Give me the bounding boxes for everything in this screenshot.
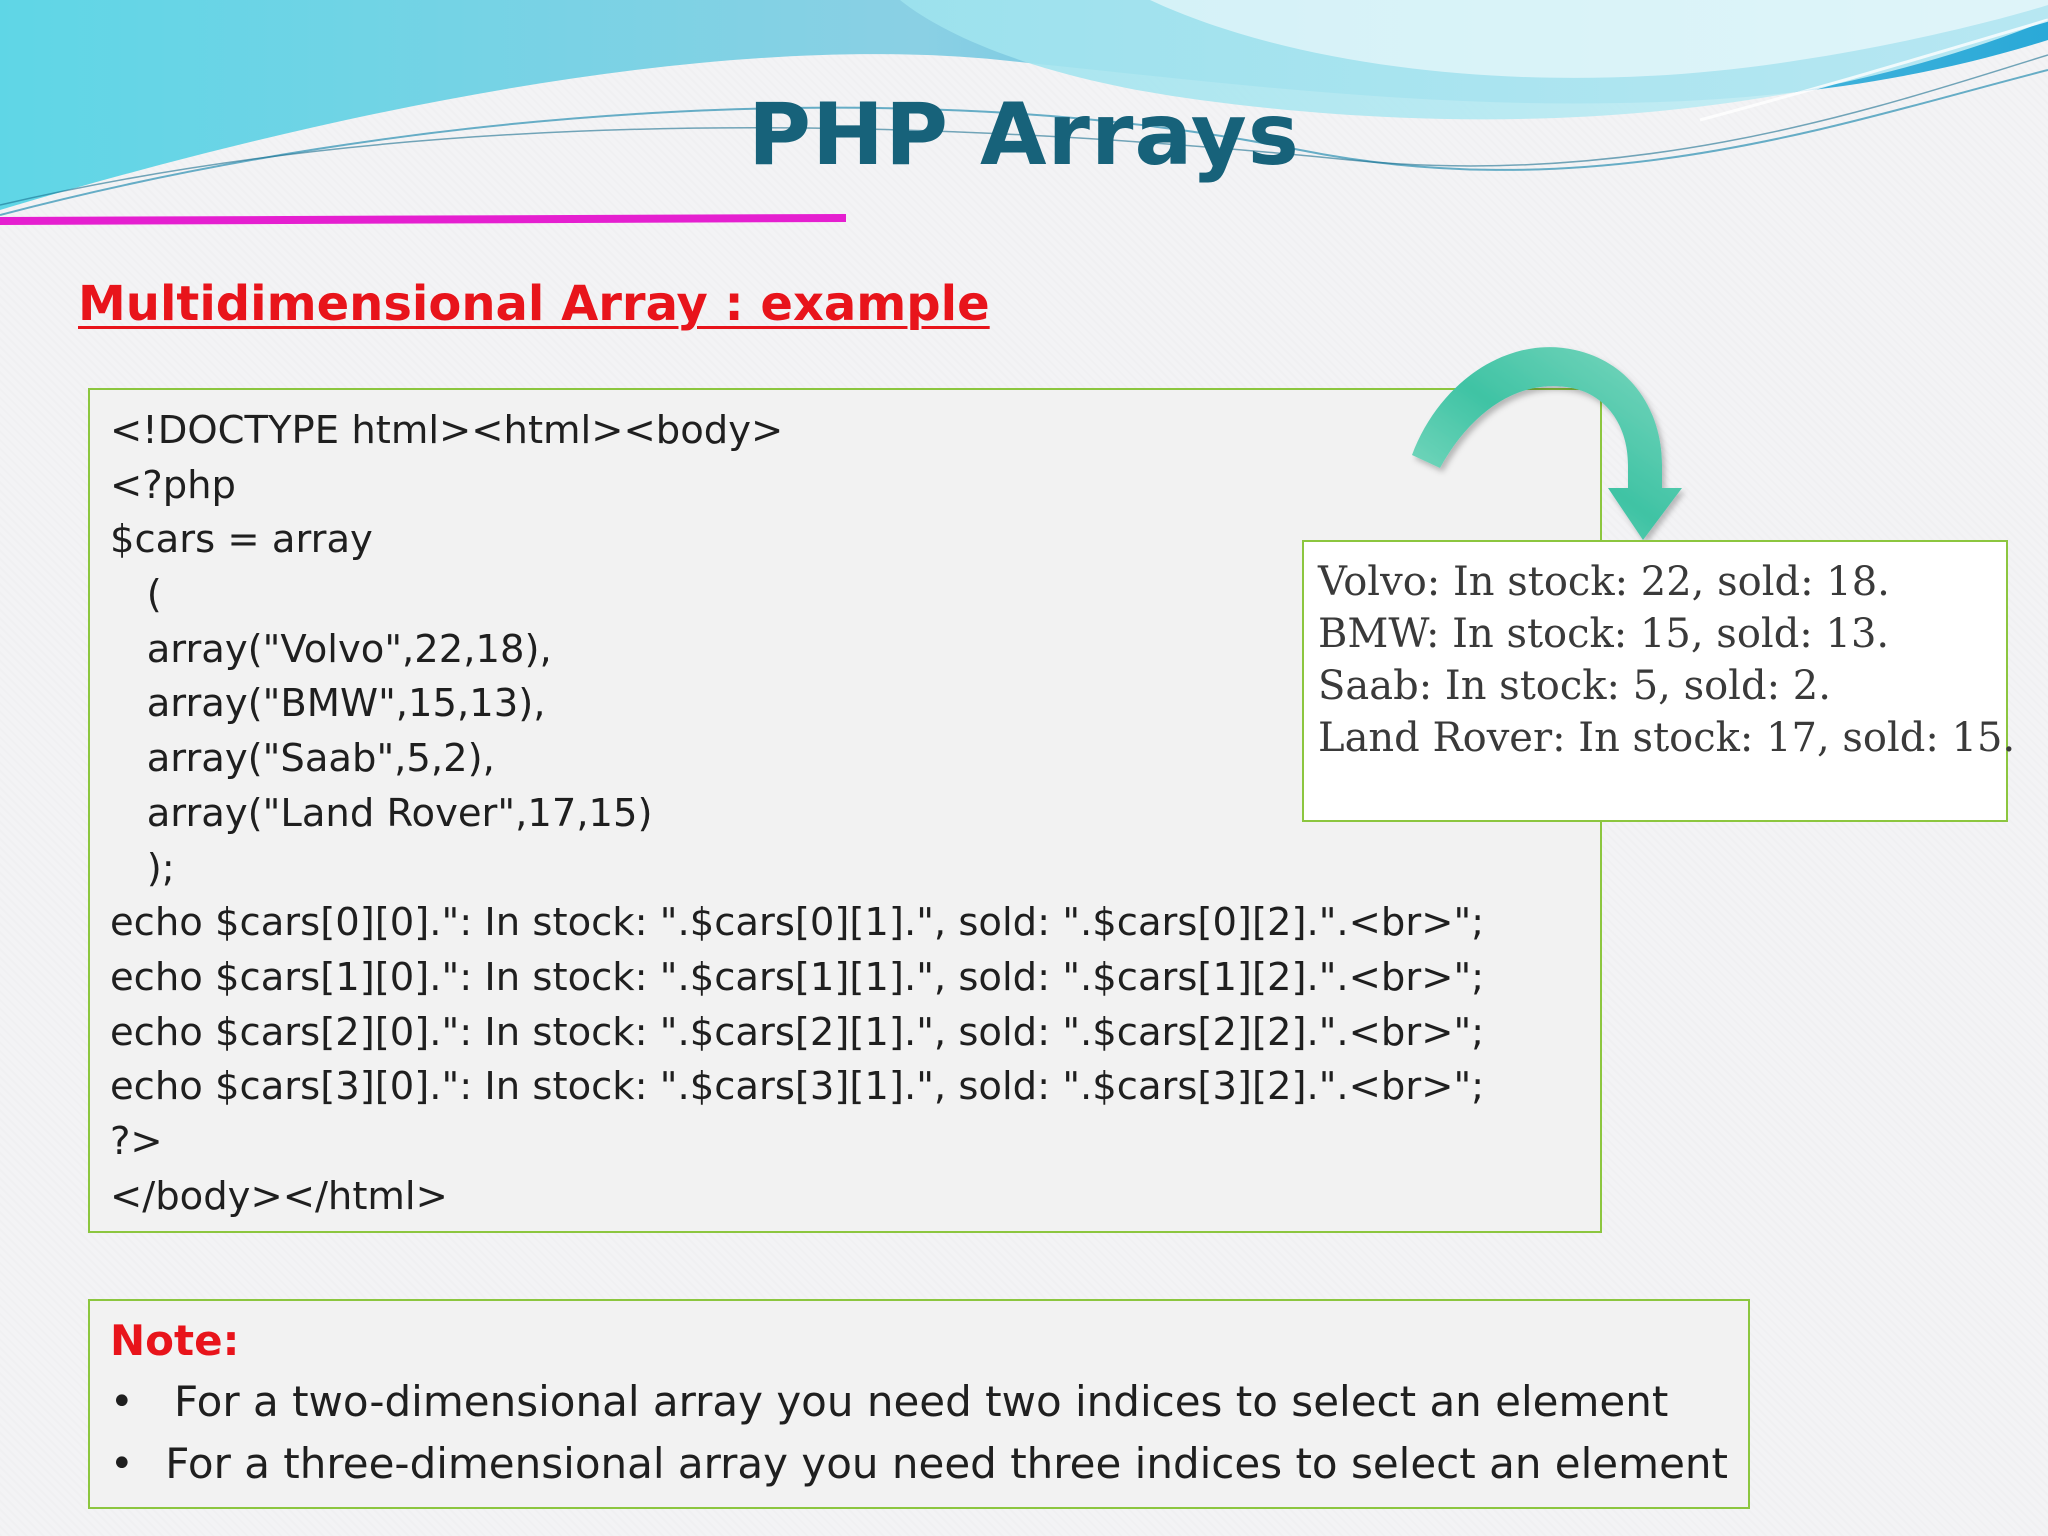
code-line: echo $cars[1][0].": In stock: ".$cars[1]… bbox=[110, 954, 1485, 1000]
note-item: • For a two-dimensional array you need t… bbox=[110, 1371, 1728, 1433]
code-line: echo $cars[3][0].": In stock: ".$cars[3]… bbox=[110, 1064, 1485, 1110]
slide-title: PHP Arrays bbox=[748, 85, 1300, 185]
note-box: Note: • For a two-dimensional array you … bbox=[88, 1299, 1750, 1509]
note-title: Note: bbox=[110, 1316, 240, 1365]
code-line: <!DOCTYPE html><html><body> bbox=[110, 408, 784, 453]
code-line: echo $cars[0][0].": In stock: ".$cars[0]… bbox=[110, 900, 1485, 946]
code-line: </body></html> bbox=[110, 1173, 448, 1219]
output-line: Land Rover: In stock: 17, sold: 15. bbox=[1318, 715, 2016, 761]
note-item: • For a three-dimensional array you need… bbox=[110, 1433, 1728, 1495]
note-text: For a three-dimensional array you need t… bbox=[165, 1439, 1728, 1488]
slide-subtitle: Multidimensional Array : example bbox=[78, 276, 990, 332]
output-line: Volvo: In stock: 22, sold: 18. bbox=[1318, 559, 1890, 605]
code-line: <?php bbox=[110, 462, 236, 508]
bullet-icon: • bbox=[110, 1441, 134, 1487]
code-line: echo $cars[2][0].": In stock: ".$cars[2]… bbox=[110, 1009, 1485, 1055]
code-line: ?> bbox=[110, 1118, 163, 1164]
output-box: Volvo: In stock: 22, sold: 18. BMW: In s… bbox=[1302, 540, 2016, 822]
code-line: ); bbox=[110, 845, 175, 891]
bullet-icon: • bbox=[110, 1379, 134, 1425]
output-line: Saab: In stock: 5, sold: 2. bbox=[1318, 663, 1831, 709]
slide: PHP Arrays Multidimensional Array : exam… bbox=[0, 0, 2048, 1536]
output-line: BMW: In stock: 15, sold: 13. bbox=[1318, 611, 1890, 657]
note-text: For a two-dimensional array you need two… bbox=[174, 1377, 1669, 1426]
curved-arrow-icon bbox=[1412, 347, 1682, 540]
accent-line bbox=[0, 214, 847, 225]
